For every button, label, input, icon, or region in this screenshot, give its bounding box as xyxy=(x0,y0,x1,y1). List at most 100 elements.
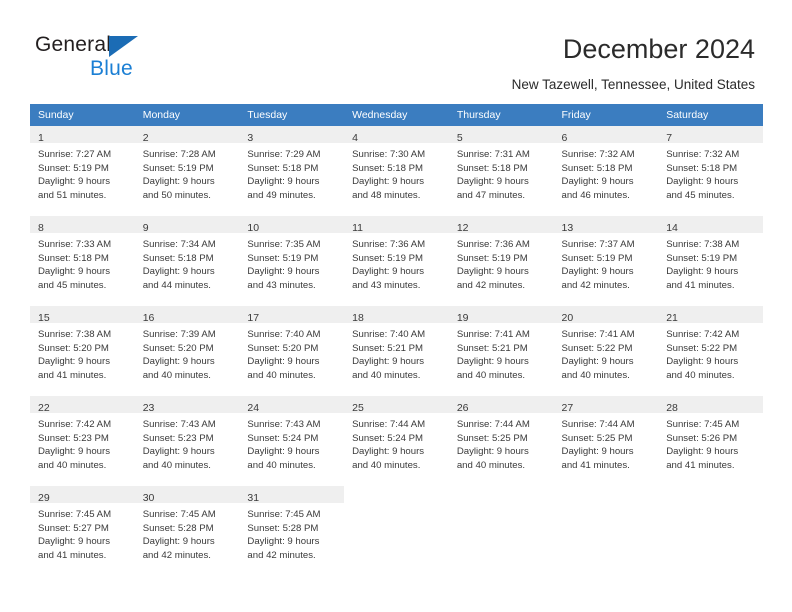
sunrise-time: Sunrise: 7:45 AM xyxy=(142,509,216,520)
sunrise-time: Sunrise: 7:32 AM xyxy=(561,149,635,160)
calendar-day-cell[interactable]: 7 Sunrise: 7:32 AM Sunset: 5:18 PM Daylight… xyxy=(658,126,763,216)
day-number: 13 xyxy=(561,222,574,234)
calendar-day-cell[interactable]: 19 Sunrise: 7:41 AM Sunset: 5:21 PM Dayligh… xyxy=(448,306,554,396)
day-cell-inner: 7 Sunrise: 7:32 AM Sunset: 5:18 PM Daylight… xyxy=(658,126,763,216)
calendar-day-cell[interactable]: 11 Sunrise: 7:36 AM Sunset: 5:19 PM Dayligh… xyxy=(344,216,449,306)
day-cell-inner: 20 Sunrise: 7:41 AM Sunset: 5:22 PM Dayligh… xyxy=(553,306,659,396)
day-number-bar: 8 xyxy=(30,216,135,234)
calendar-day-cell[interactable]: 25 Sunrise: 7:44 AM Sunset: 5:24 PM Dayligh… xyxy=(344,396,449,486)
calendar-cell-empty xyxy=(658,486,763,576)
calendar-day-cell[interactable]: 29 Sunrise: 7:45 AM Sunset: 5:27 PM Dayligh… xyxy=(30,486,135,576)
sunrise-time: Sunrise: 7:44 AM xyxy=(456,419,530,430)
sunset-time: Sunset: 5:19 PM xyxy=(456,252,528,264)
calendar-day-cell[interactable]: 20 Sunrise: 7:41 AM Sunset: 5:22 PM Dayligh… xyxy=(553,306,659,396)
empty-day-placeholder xyxy=(449,486,554,576)
day-cell-body: Sunrise: 7:40 AM Sunset: 5:21 PM Daylight:… xyxy=(344,323,449,382)
calendar-day-cell[interactable]: 5 Sunrise: 7:31 AM Sunset: 5:18 PM Daylight… xyxy=(448,126,554,216)
calendar-day-cell[interactable]: 10 Sunrise: 7:35 AM Sunset: 5:19 PM Dayligh… xyxy=(239,216,345,306)
sunset-time: Sunset: 5:25 PM xyxy=(561,432,633,444)
calendar-day-cell[interactable]: 23 Sunrise: 7:43 AM Sunset: 5:23 PM Dayligh… xyxy=(134,396,240,486)
day-cell-inner: 15 Sunrise: 7:38 AM Sunset: 5:20 PM Dayligh… xyxy=(30,306,135,396)
day-number: 7 xyxy=(666,132,673,144)
daylight-duration-line1: Daylight: 9 hours xyxy=(456,356,529,367)
sunset-time: Sunset: 5:19 PM xyxy=(247,252,319,264)
calendar-day-cell[interactable]: 13 Sunrise: 7:37 AM Sunset: 5:19 PM Dayligh… xyxy=(553,216,659,306)
day-number: 12 xyxy=(456,222,469,234)
daylight-duration-line2: and 45 minutes. xyxy=(666,189,735,201)
sunrise-time: Sunrise: 7:40 AM xyxy=(352,329,426,340)
sunset-time: Sunset: 5:19 PM xyxy=(38,162,109,174)
calendar-header-row: Sunday Monday Tuesday Wednesday Thursday… xyxy=(30,104,763,126)
day-number-bar: 4 xyxy=(344,126,449,144)
day-number: 10 xyxy=(247,222,260,234)
day-cell-body: Sunrise: 7:35 AM Sunset: 5:19 PM Daylight:… xyxy=(239,233,344,292)
sunrise-time: Sunrise: 7:31 AM xyxy=(456,149,530,160)
calendar-day-cell[interactable]: 8 Sunrise: 7:33 AM Sunset: 5:18 PM Daylight… xyxy=(30,216,135,306)
calendar-day-cell[interactable]: 1 Sunrise: 7:27 AM Sunset: 5:19 PM Daylight… xyxy=(30,126,135,216)
calendar-day-cell[interactable]: 9 Sunrise: 7:34 AM Sunset: 5:18 PM Daylight… xyxy=(134,216,240,306)
day-cell-inner: 26 Sunrise: 7:44 AM Sunset: 5:25 PM Dayligh… xyxy=(448,396,554,486)
sunrise-time: Sunrise: 7:43 AM xyxy=(247,419,321,430)
calendar-day-cell[interactable]: 28 Sunrise: 7:45 AM Sunset: 5:26 PM Dayligh… xyxy=(658,396,763,486)
day-cell-body: Sunrise: 7:36 AM Sunset: 5:19 PM Daylight:… xyxy=(344,233,449,292)
day-cell-body: Sunrise: 7:42 AM Sunset: 5:23 PM Daylight:… xyxy=(30,413,135,472)
page-title: December 2024 xyxy=(562,34,755,64)
calendar-cell-empty xyxy=(449,486,554,576)
sunset-time: Sunset: 5:22 PM xyxy=(561,342,633,354)
sunset-time: Sunset: 5:25 PM xyxy=(456,432,528,444)
calendar-day-cell[interactable]: 3 Sunrise: 7:29 AM Sunset: 5:18 PM Daylight… xyxy=(239,126,345,216)
daylight-duration-line1: Daylight: 9 hours xyxy=(352,266,425,277)
calendar-day-cell[interactable]: 26 Sunrise: 7:44 AM Sunset: 5:25 PM Dayligh… xyxy=(448,396,554,486)
daylight-duration-line1: Daylight: 9 hours xyxy=(561,356,634,367)
day-cell-inner: 6 Sunrise: 7:32 AM Sunset: 5:18 PM Daylight… xyxy=(553,126,659,216)
calendar-day-cell[interactable]: 21 Sunrise: 7:42 AM Sunset: 5:22 PM Dayligh… xyxy=(658,306,763,396)
day-cell-body: Sunrise: 7:45 AM Sunset: 5:28 PM Daylight:… xyxy=(239,503,344,562)
sunrise-time: Sunrise: 7:36 AM xyxy=(456,239,530,250)
day-number-bar: 26 xyxy=(448,396,554,414)
day-number-bar: 31 xyxy=(239,486,345,504)
sunset-time: Sunset: 5:18 PM xyxy=(666,162,738,174)
day-cell-body: Sunrise: 7:44 AM Sunset: 5:25 PM Daylight:… xyxy=(449,413,554,472)
daylight-duration-line2: and 41 minutes. xyxy=(38,369,107,381)
day-cell-body: Sunrise: 7:28 AM Sunset: 5:19 PM Daylight:… xyxy=(135,143,240,202)
calendar-day-cell[interactable]: 22 Sunrise: 7:42 AM Sunset: 5:23 PM Dayligh… xyxy=(30,396,135,486)
calendar-day-cell[interactable]: 27 Sunrise: 7:44 AM Sunset: 5:25 PM Dayligh… xyxy=(553,396,659,486)
sunrise-time: Sunrise: 7:41 AM xyxy=(456,329,530,340)
day-number: 16 xyxy=(142,312,155,324)
sunset-time: Sunset: 5:19 PM xyxy=(561,252,633,264)
sunrise-time: Sunrise: 7:37 AM xyxy=(561,239,635,250)
day-number-bar: 22 xyxy=(30,396,135,414)
day-cell-body: Sunrise: 7:27 AM Sunset: 5:19 PM Daylight:… xyxy=(30,143,135,202)
calendar-day-cell[interactable]: 24 Sunrise: 7:43 AM Sunset: 5:24 PM Dayligh… xyxy=(239,396,345,486)
day-cell-body: Sunrise: 7:42 AM Sunset: 5:22 PM Daylight:… xyxy=(658,323,763,382)
daylight-duration-line2: and 41 minutes. xyxy=(561,459,630,471)
day-number-bar: 16 xyxy=(134,306,240,324)
day-cell-inner: 24 Sunrise: 7:43 AM Sunset: 5:24 PM Dayligh… xyxy=(239,396,345,486)
calendar-day-cell[interactable]: 17 Sunrise: 7:40 AM Sunset: 5:20 PM Dayligh… xyxy=(239,306,345,396)
calendar-day-cell[interactable]: 4 Sunrise: 7:30 AM Sunset: 5:18 PM Daylight… xyxy=(344,126,449,216)
calendar-day-cell[interactable]: 6 Sunrise: 7:32 AM Sunset: 5:18 PM Daylight… xyxy=(553,126,659,216)
daylight-duration-line2: and 40 minutes. xyxy=(38,459,107,471)
day-number-bar: 11 xyxy=(344,216,449,234)
daylight-duration-line2: and 43 minutes. xyxy=(247,279,316,291)
sunrise-time: Sunrise: 7:29 AM xyxy=(247,149,321,160)
calendar-day-cell[interactable]: 2 Sunrise: 7:28 AM Sunset: 5:19 PM Daylight… xyxy=(134,126,240,216)
calendar-day-cell[interactable]: 30 Sunrise: 7:45 AM Sunset: 5:28 PM Dayligh… xyxy=(134,486,240,576)
sunset-time: Sunset: 5:18 PM xyxy=(142,252,214,264)
day-number: 4 xyxy=(352,132,358,144)
calendar-day-cell[interactable]: 12 Sunrise: 7:36 AM Sunset: 5:19 PM Dayligh… xyxy=(448,216,554,306)
day-cell-body: Sunrise: 7:38 AM Sunset: 5:19 PM Daylight:… xyxy=(658,233,763,292)
day-cell-body: Sunrise: 7:39 AM Sunset: 5:20 PM Daylight:… xyxy=(135,323,240,382)
day-number-bar: 23 xyxy=(134,396,240,414)
day-number-bar: 10 xyxy=(239,216,345,234)
day-cell-body: Sunrise: 7:45 AM Sunset: 5:26 PM Daylight:… xyxy=(658,413,763,472)
calendar-day-cell[interactable]: 14 Sunrise: 7:38 AM Sunset: 5:19 PM Dayligh… xyxy=(658,216,763,306)
sunset-time: Sunset: 5:23 PM xyxy=(142,432,214,444)
calendar-day-cell[interactable]: 31 Sunrise: 7:45 AM Sunset: 5:28 PM Dayligh… xyxy=(239,486,345,576)
daylight-duration-line1: Daylight: 9 hours xyxy=(456,266,529,277)
calendar-day-cell[interactable]: 16 Sunrise: 7:39 AM Sunset: 5:20 PM Dayligh… xyxy=(134,306,240,396)
calendar-week-row: 15 Sunrise: 7:38 AM Sunset: 5:20 PM Dayligh… xyxy=(30,306,763,396)
general-blue-logo[interactable]: General Blue xyxy=(35,33,235,89)
calendar-day-cell[interactable]: 18 Sunrise: 7:40 AM Sunset: 5:21 PM Dayligh… xyxy=(344,306,449,396)
calendar-day-cell[interactable]: 15 Sunrise: 7:38 AM Sunset: 5:20 PM Dayligh… xyxy=(30,306,135,396)
